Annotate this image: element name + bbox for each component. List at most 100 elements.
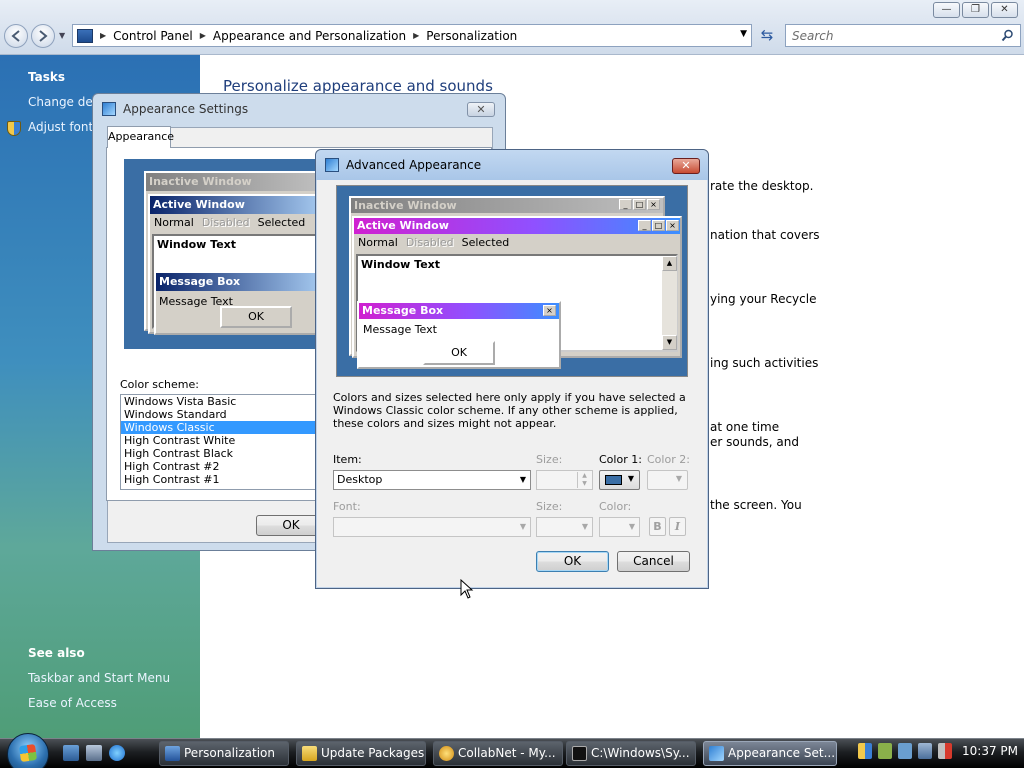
recent-pages-dropdown-icon[interactable]: ▼ [59, 31, 65, 40]
message-box-preview[interactable]: Message Box × Message Text OK [357, 301, 561, 369]
inactive-window-title[interactable]: Inactive Window [351, 198, 663, 213]
color-scheme-label: Color scheme: [120, 378, 199, 391]
see-also-taskbar-link[interactable]: Taskbar and Start Menu [28, 671, 170, 685]
chevron-down-icon: ▼ [675, 474, 682, 483]
maximize-button[interactable]: ❐ [962, 2, 989, 18]
dialog-title: Advanced Appearance [346, 158, 482, 172]
menu-normal[interactable]: Normal [354, 236, 402, 249]
search-input[interactable]: Search [785, 24, 1021, 47]
address-bar[interactable]: ▶ Control Panel ▶ Appearance and Persona… [72, 24, 752, 47]
font-color-picker[interactable]: ▼ [599, 517, 640, 537]
preview-ok-button[interactable]: OK [423, 341, 495, 365]
item-label: Item: [333, 453, 362, 466]
color-scheme-list[interactable]: Windows Vista Basic Windows Standard Win… [120, 394, 320, 490]
color1-picker[interactable]: ▼ [599, 470, 640, 490]
active-window-title[interactable]: Active Window [354, 218, 680, 234]
font-size-dropdown[interactable]: ▼ [536, 517, 593, 537]
taskbar-button-appearance-settings[interactable]: Appearance Set... [703, 741, 837, 766]
list-item[interactable]: High Contrast #2 [121, 460, 319, 473]
show-desktop-icon[interactable] [63, 745, 79, 761]
command-prompt-icon [572, 746, 587, 761]
system-clock[interactable]: 10:37 PM [962, 744, 1018, 758]
item-preview[interactable]: Inactive Window _ □ × Active Window _ □ × No… [336, 185, 688, 377]
menu-disabled: Disabled [201, 216, 250, 229]
internet-explorer-icon[interactable] [109, 745, 125, 761]
refresh-icon[interactable]: ⇆ [756, 24, 778, 47]
close-button[interactable]: ✕ [467, 102, 495, 117]
control-panel-icon [165, 746, 180, 761]
color2-picker[interactable]: ▼ [647, 470, 688, 490]
preview-scrollbar[interactable]: ▲ ▼ [662, 256, 677, 350]
menu-disabled[interactable]: Disabled [402, 236, 458, 249]
list-item[interactable]: Windows Standard [121, 408, 319, 421]
description-fragment: er sounds, and [710, 435, 800, 449]
search-placeholder: Search [792, 28, 834, 43]
taskbar-button-personalization[interactable]: Personalization [159, 741, 289, 766]
scroll-up-icon: ▲ [662, 256, 677, 271]
list-item-selected[interactable]: Windows Classic [121, 421, 319, 434]
breadcrumb-separator-icon[interactable]: ▶ [100, 31, 106, 40]
window-text: Window Text [361, 258, 441, 271]
message-box-caption-buttons[interactable]: × [543, 305, 556, 316]
ok-button[interactable]: OK [536, 551, 609, 572]
preview-ok-button: OK [220, 306, 292, 328]
taskbar-button-update-packages[interactable]: Update Packages [296, 741, 426, 766]
switch-windows-icon[interactable] [86, 745, 102, 761]
list-item[interactable]: High Contrast Black [121, 447, 319, 460]
message-text[interactable]: Message Text [363, 323, 437, 336]
forward-button[interactable] [31, 24, 55, 48]
taskbar-button-command-prompt[interactable]: C:\Windows\Sy... [566, 741, 696, 766]
italic-button[interactable]: I [669, 517, 686, 536]
window-controls: — ❐ ✕ [933, 2, 1018, 18]
mouse-pointer-icon [460, 579, 474, 599]
back-button[interactable] [4, 24, 28, 48]
breadcrumb-appearance[interactable]: Appearance and Personalization [213, 29, 406, 43]
list-item[interactable]: High Contrast White [121, 434, 319, 447]
tray-app-icon[interactable] [898, 743, 912, 759]
description-fragment: at one time [710, 420, 780, 434]
breadcrumb-separator-icon[interactable]: ▶ [200, 31, 206, 40]
taskbar-button-label: Personalization [184, 746, 275, 760]
breadcrumb-control-panel[interactable]: Control Panel [113, 29, 193, 43]
description-fragment: ing such activities [710, 356, 819, 370]
close-icon: × [543, 305, 556, 316]
back-arrow-icon [11, 30, 20, 42]
display-icon [709, 746, 724, 761]
address-dropdown-icon[interactable]: ▼ [740, 29, 747, 39]
menu-selected[interactable]: Selected [457, 236, 514, 249]
chevron-down-icon: ▼ [581, 522, 588, 531]
color1-swatch [605, 475, 622, 485]
message-box-title[interactable]: Message Box [359, 303, 559, 319]
font-dropdown[interactable]: ▼ [333, 517, 531, 537]
close-button[interactable]: ✕ [672, 158, 700, 174]
size-stepper[interactable]: ▲ ▼ [536, 470, 593, 490]
breadcrumb-personalization[interactable]: Personalization [426, 29, 517, 43]
see-also-ease-of-access-link[interactable]: Ease of Access [28, 696, 117, 710]
preview-menu[interactable]: Normal Disabled Selected [354, 236, 514, 249]
taskbar-button-label: Update Packages [321, 746, 425, 760]
size-label: Size: [536, 453, 563, 466]
search-icon[interactable] [1001, 29, 1014, 42]
chevron-down-icon: ▼ [628, 522, 635, 531]
start-button[interactable] [7, 733, 49, 768]
font-color-label: Color: [599, 500, 632, 513]
tab-appearance[interactable]: Appearance [107, 126, 174, 148]
list-item[interactable]: Windows Vista Basic [121, 395, 319, 408]
tray-app-icon[interactable] [878, 743, 892, 759]
cancel-button[interactable]: Cancel [617, 551, 690, 572]
minimize-button[interactable]: — [933, 2, 960, 18]
bold-button[interactable]: B [649, 517, 666, 536]
breadcrumb-separator-icon[interactable]: ▶ [413, 31, 419, 40]
list-item[interactable]: High Contrast #1 [121, 473, 319, 486]
security-shield-icon[interactable] [858, 743, 872, 759]
tasks-heading: Tasks [28, 70, 66, 84]
inactive-caption-buttons[interactable]: _ □ × [619, 199, 660, 210]
item-dropdown[interactable]: Desktop ▼ [333, 470, 531, 490]
network-icon[interactable] [918, 743, 932, 759]
taskbar-button-collabnet[interactable]: CollabNet - My... [433, 741, 563, 766]
close-button[interactable]: ✕ [991, 2, 1018, 18]
active-caption-buttons[interactable]: _ □ × [638, 220, 679, 231]
notification-area [858, 743, 952, 759]
volume-muted-icon[interactable] [938, 743, 952, 759]
maximize-icon: □ [652, 220, 665, 231]
